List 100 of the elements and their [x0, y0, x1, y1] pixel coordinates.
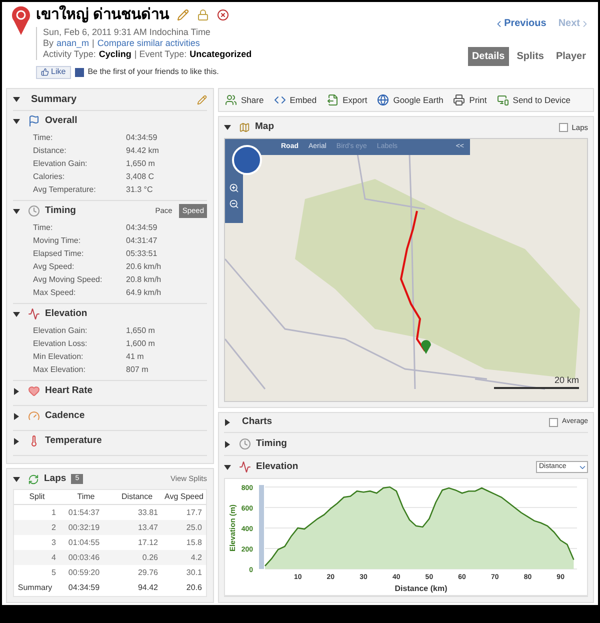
column-header: Distance — [120, 491, 154, 503]
laps-icon — [28, 474, 39, 484]
stat-value: 05:33:51 — [126, 248, 158, 260]
section-title[interactable]: Overall — [45, 114, 78, 128]
table-cell-text: 3 — [50, 536, 57, 548]
table-cell-text: 33.81 — [136, 506, 159, 518]
table-cell-text: 15.8 — [185, 536, 203, 548]
summary-cell-text: 04:34:59 — [67, 582, 101, 594]
collapsed-triangle-icon[interactable] — [13, 412, 20, 420]
expanded-triangle-icon[interactable] — [13, 310, 20, 318]
clock-icon — [239, 438, 251, 450]
compare-link[interactable]: Compare similar activities — [97, 38, 200, 48]
x-axis-title: Distance (km) — [394, 584, 448, 593]
table-cell-text: 01:54:37 — [67, 506, 101, 518]
stat-label: Avg Temperature: — [33, 184, 97, 196]
previous-link[interactable]: Previous — [494, 16, 546, 31]
expanded-triangle-icon[interactable] — [13, 118, 20, 124]
graph-icon — [239, 461, 251, 473]
section-title[interactable]: Elevation — [45, 306, 88, 322]
map-icon — [239, 122, 250, 133]
stat-label: Calories: — [33, 171, 66, 183]
charts-title: Charts — [242, 415, 272, 430]
table-cell-text: 25.0 — [185, 522, 203, 534]
like-prompt: Be the first of your friends to like this. — [88, 66, 219, 78]
stat-value: 20.6 km/h — [126, 261, 162, 273]
section-title[interactable]: Timing — [45, 204, 76, 218]
stat-label: Distance: — [33, 145, 68, 157]
stat-label: Elevation Gain: — [33, 325, 88, 337]
stat-value: 04:34:59 — [126, 132, 158, 144]
heart-icon — [28, 385, 40, 397]
stat-label: Time: — [33, 222, 54, 234]
table-cell-text: 00:59:20 — [67, 566, 101, 578]
people-icon — [225, 94, 237, 106]
stat-value: 04:34:59 — [126, 222, 158, 234]
zoom-in-button[interactable] — [229, 183, 239, 193]
collapsed-triangle-icon[interactable] — [224, 419, 231, 426]
edit-icon[interactable] — [177, 9, 190, 22]
summary-cell-text: 94.42 — [136, 582, 159, 594]
table-cell-text: 5 — [50, 566, 57, 578]
stat-value: 3,408 C — [126, 171, 156, 183]
stat-label: Max Elevation: — [33, 364, 86, 376]
collapsed-triangle-icon[interactable] — [13, 388, 20, 394]
view-tab[interactable]: Details — [468, 47, 509, 66]
stat-value: 807 m — [126, 364, 150, 376]
toolbar-button[interactable]: Send to Device — [496, 94, 570, 106]
expanded-triangle-icon[interactable] — [13, 208, 20, 214]
activity-date: Sun, Feb 6, 2011 9:31 AM Indochina Time — [43, 26, 212, 38]
laps-checkbox[interactable] — [558, 123, 568, 132]
view-tab[interactable]: Splits — [512, 47, 548, 66]
graph-icon — [28, 308, 40, 320]
collapsed-triangle-icon[interactable] — [13, 438, 20, 444]
collapsed-triangle-icon[interactable] — [224, 440, 231, 448]
stat-value: 1,650 m — [126, 158, 156, 170]
column-header: Time — [76, 491, 96, 503]
toolbar-button[interactable]: Embed — [274, 94, 317, 106]
chart-section-title[interactable]: Timing — [256, 436, 287, 452]
stat-label: Elevation Gain: — [33, 158, 88, 170]
separator: | — [92, 38, 94, 48]
table-cell-text: 0.26 — [141, 552, 159, 564]
table-cell-text: 29.76 — [136, 566, 159, 578]
globe-icon — [377, 94, 390, 106]
stat-label: Max Speed: — [33, 287, 77, 299]
table-cell-text: 4.2 — [190, 552, 203, 564]
delete-icon[interactable] — [217, 9, 230, 22]
edit-icon[interactable] — [197, 94, 207, 104]
event-type-value: Uncategorized — [190, 48, 252, 60]
like-button[interactable]: Like — [36, 66, 71, 78]
table-cell-text: 30.1 — [185, 566, 203, 578]
summary-cell-text: Summary — [16, 582, 54, 594]
table-cell-text: 17.12 — [136, 536, 159, 548]
toolbar-button[interactable]: Export — [326, 94, 368, 106]
thumbs-up-icon — [41, 68, 49, 76]
flag-icon — [28, 115, 40, 127]
toolbar-button[interactable]: Google Earth — [377, 94, 444, 106]
stat-label: Elevation Loss: — [33, 338, 88, 350]
toolbar-button[interactable]: Share — [225, 94, 264, 106]
expanded-triangle-icon[interactable] — [13, 476, 20, 482]
activity-title: เขาใหญ่ ด่านชนด่าน — [36, 4, 170, 25]
map-title: Map — [255, 120, 274, 134]
map-marker-icon — [420, 337, 432, 355]
author-link[interactable]: anan_m — [56, 38, 90, 48]
average-checkbox[interactable] — [549, 418, 558, 427]
expanded-triangle-icon[interactable] — [224, 464, 231, 470]
expanded-triangle-icon[interactable] — [224, 124, 231, 131]
scale-label: 20 km — [554, 374, 579, 386]
view-tab[interactable]: Player — [552, 47, 590, 66]
stat-label: Avg Speed: — [33, 261, 76, 273]
section-title[interactable]: Cadence — [45, 408, 85, 424]
expanded-triangle-icon[interactable] — [13, 96, 20, 103]
stat-value: 1,650 m — [126, 325, 156, 337]
laps-title: Laps — [44, 472, 66, 486]
stat-label: Elapsed Time: — [33, 248, 85, 260]
chart-section-title[interactable]: Elevation — [256, 460, 298, 474]
table-cell-text: 2 — [50, 522, 57, 534]
section-title[interactable]: Temperature — [45, 434, 102, 448]
device-icon — [496, 94, 509, 106]
zoom-out-button[interactable] — [229, 199, 239, 209]
toolbar-button[interactable]: Print — [453, 94, 487, 106]
section-title[interactable]: Heart Rate — [45, 384, 93, 398]
stat-value: 94.42 km — [126, 145, 160, 157]
